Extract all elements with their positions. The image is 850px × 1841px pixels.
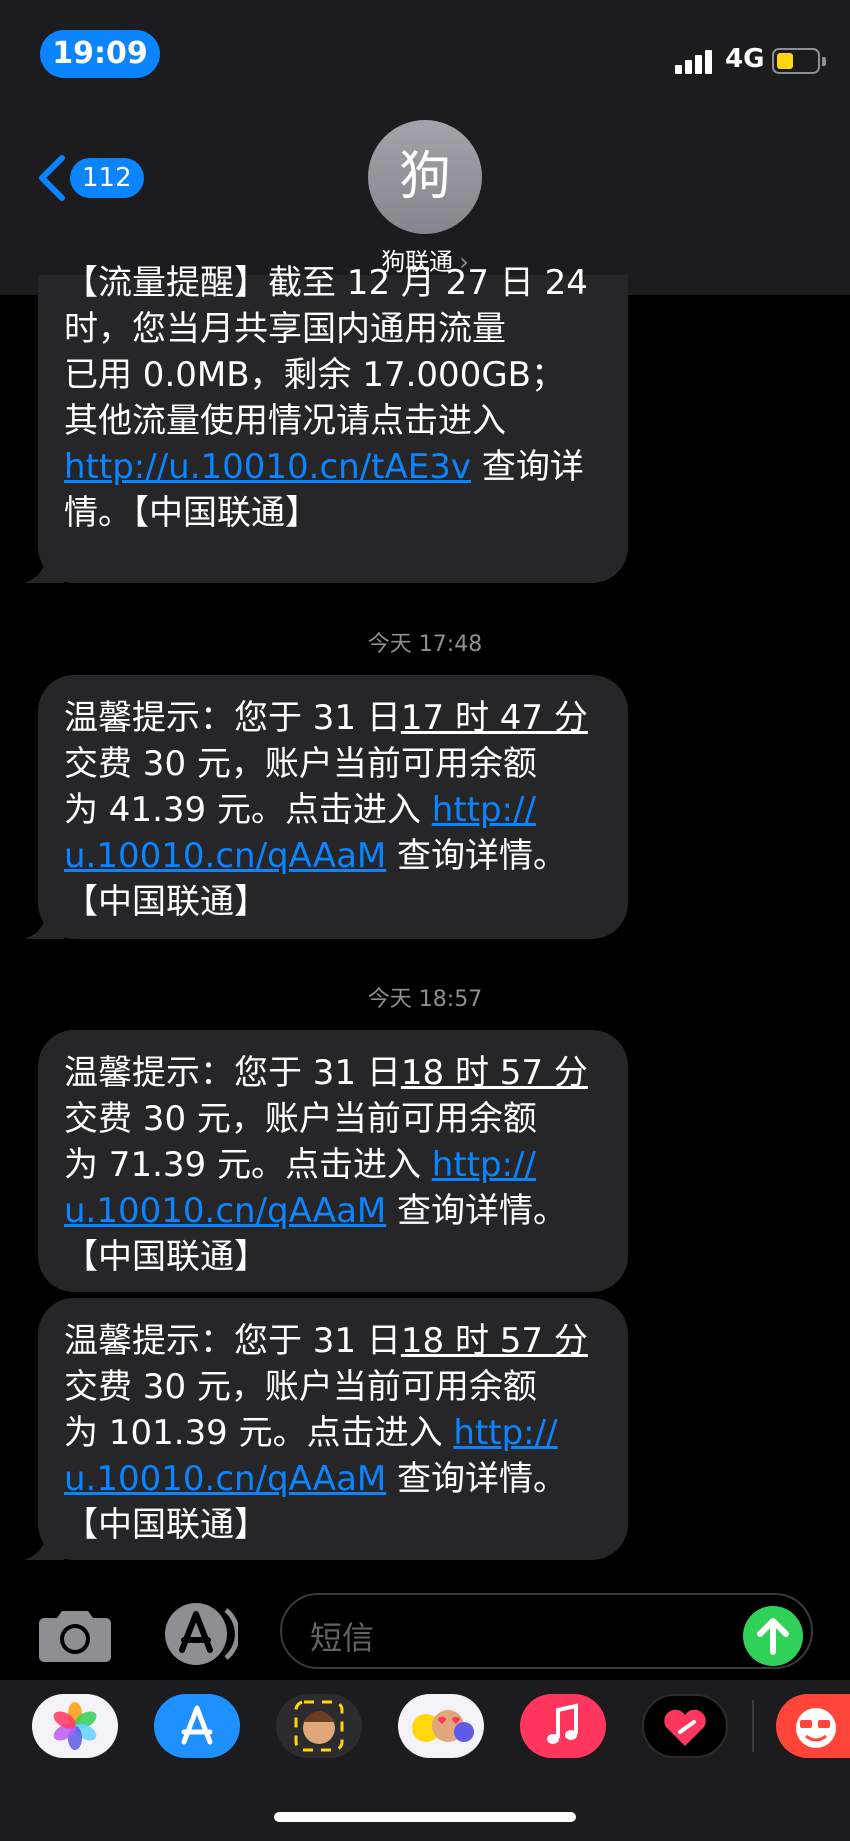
memoji-icon <box>294 1700 344 1752</box>
app-store-icon <box>181 1705 213 1745</box>
message-line: 【中国联通】 <box>64 1237 268 1277</box>
message-datetime[interactable]: 18 时 57 分 <box>401 1053 588 1093</box>
message-link[interactable]: u.10010.cn/qAAaM <box>64 1191 386 1231</box>
unread-count-badge: 112 <box>70 158 144 198</box>
message-text: 温馨提示：您于 31 日 <box>64 1053 401 1093</box>
message-line: u.10010.cn/qAAaM 查询详情。 <box>64 1188 567 1234</box>
status-bar: 19:09 4G <box>0 0 850 110</box>
status-time: 19:09 <box>40 30 160 78</box>
message-line: 交费 30 元，账户当前可用余额 <box>64 744 537 784</box>
cellular-signal-icon <box>675 48 715 74</box>
message-line: 交费 30 元，账户当前可用余额 <box>64 1099 537 1139</box>
battery-icon <box>772 48 826 74</box>
message-link[interactable]: u.10010.cn/qAAaM <box>64 836 386 876</box>
message-line: 情。【中国联通】 <box>64 493 319 533</box>
message-link[interactable]: http:// <box>432 790 536 830</box>
message-line: 为 71.39 元。点击进入 http:// <box>64 1142 536 1188</box>
message-line: 交费 30 元，账户当前可用余额 <box>64 1367 537 1407</box>
animoji-app[interactable] <box>398 1694 484 1758</box>
contact-avatar[interactable]: 狗 <box>368 120 482 234</box>
photos-app[interactable] <box>32 1694 118 1758</box>
stickers-icon <box>796 1708 836 1748</box>
message-link[interactable]: u.10010.cn/qAAaM <box>64 1459 386 1499</box>
message-line: 【流量提醒】截至 12 月 27 日 24 <box>64 263 588 303</box>
send-button[interactable] <box>743 1606 803 1666</box>
message-line: http://u.10010.cn/tAE3v 查询详 <box>64 444 584 490</box>
message-line: 已用 0.0MB，剩余 17.000GB； <box>64 355 565 395</box>
camera-icon <box>39 1611 111 1662</box>
music-icon <box>547 1703 578 1744</box>
network-type: 4G <box>725 44 765 74</box>
message-line: 为 101.39 元。点击进入 http:// <box>64 1410 558 1456</box>
bubble-tail <box>24 1520 64 1560</box>
message-bubble[interactable]: 【流量提醒】截至 12 月 27 日 24 时，您当月共享国内通用流量 已用 0… <box>24 263 628 583</box>
message-text: 查询详 <box>471 447 584 487</box>
message-line: 【中国联通】 <box>64 1505 268 1545</box>
app-store-button[interactable] <box>158 1600 240 1668</box>
photos-icon <box>53 1702 97 1750</box>
message-text: 查询详情。 <box>386 1191 568 1231</box>
home-indicator <box>274 1812 576 1822</box>
message-text: 为 71.39 元。点击进入 <box>64 1145 432 1185</box>
memoji-app[interactable] <box>276 1694 362 1758</box>
app-drawer <box>0 1680 850 1841</box>
message-line: 时，您当月共享国内通用流量 <box>64 309 506 349</box>
message-line: 温馨提示：您于 31 日17 时 47 分 <box>64 695 588 741</box>
message-text: 温馨提示：您于 31 日 <box>64 698 401 738</box>
message-line: 为 41.39 元。点击进入 http:// <box>64 787 536 833</box>
message-line: u.10010.cn/qAAaM 查询详情。 <box>64 1456 567 1502</box>
message-input-placeholder: 短信 <box>310 1619 375 1657</box>
message-text: 查询详情。 <box>386 836 568 876</box>
chevron-left-icon <box>39 155 65 201</box>
message-timestamp: 今天 17:48 <box>367 632 483 657</box>
back-button[interactable]: 112 <box>36 150 146 206</box>
message-bubble[interactable]: 温馨提示：您于 31 日18 时 57 分 交费 30 元，账户当前可用余额 为… <box>24 1298 628 1560</box>
message-link[interactable]: http://u.10010.cn/tAE3v <box>64 447 471 487</box>
message-link[interactable]: http:// <box>432 1145 536 1185</box>
bubble-tail <box>24 899 64 939</box>
message-text: 为 101.39 元。点击进入 <box>64 1413 454 1453</box>
arrow-up-icon <box>757 1618 789 1655</box>
digital-touch-app[interactable] <box>642 1694 728 1758</box>
music-app[interactable] <box>520 1694 606 1758</box>
digital-touch-icon <box>664 1709 706 1746</box>
message-link[interactable]: http:// <box>453 1413 557 1453</box>
app-store-icon <box>165 1603 240 1665</box>
message-line: 温馨提示：您于 31 日18 时 57 分 <box>64 1050 588 1096</box>
message-datetime[interactable]: 18 时 57 分 <box>401 1321 588 1361</box>
stickers-app[interactable] <box>776 1694 850 1758</box>
message-bubble[interactable]: 温馨提示：您于 31 日17 时 47 分 交费 30 元，账户当前可用余额 为… <box>24 675 628 939</box>
message-datetime[interactable]: 17 时 47 分 <box>401 698 588 738</box>
app-store-app[interactable] <box>154 1694 240 1758</box>
message-timestamp: 今天 18:57 <box>367 987 483 1012</box>
message-line: 温馨提示：您于 31 日18 时 57 分 <box>64 1318 588 1364</box>
bubble-tail <box>24 543 64 583</box>
message-bubble[interactable]: 温馨提示：您于 31 日18 时 57 分 交费 30 元，账户当前可用余额 为… <box>38 1030 628 1292</box>
animoji-icon <box>412 1710 474 1742</box>
camera-button[interactable] <box>38 1607 112 1663</box>
message-text: 温馨提示：您于 31 日 <box>64 1321 401 1361</box>
message-line: 【中国联通】 <box>64 882 268 922</box>
message-input[interactable]: 短信 <box>280 1593 813 1669</box>
drawer-divider <box>752 1700 754 1752</box>
message-line: u.10010.cn/qAAaM 查询详情。 <box>64 833 567 879</box>
message-text: 查询详情。 <box>386 1459 568 1499</box>
message-line: 其他流量使用情况请点击进入 <box>64 401 506 441</box>
message-text: 为 41.39 元。点击进入 <box>64 790 432 830</box>
